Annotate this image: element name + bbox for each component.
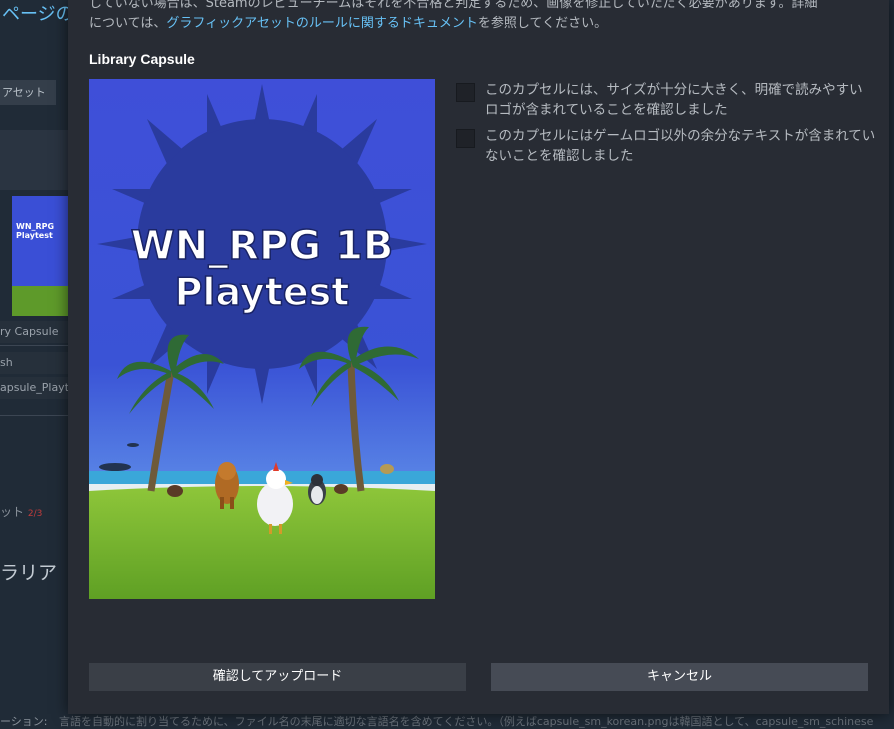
background-label: sh (0, 352, 68, 374)
background-label: ry Capsule (0, 321, 68, 343)
rules-notice-line2: については、グラフィックアセットのルールに関するドキュメントを参照してください。 (89, 14, 879, 34)
confirm-no-extra-text-label: このカプセルにはゲームロゴ以外の余分なテキストが含まれていないことを確認しました (485, 128, 876, 164)
rules-notice: していない場合は、Steamのレビューチームはそれを不合格と判定するため、画像を… (89, 0, 879, 34)
background-tab: アセット (0, 80, 56, 105)
confirm-logo-size-checkbox[interactable] (456, 83, 475, 102)
confirm-logo-size-row: このカプセルには、サイズが十分に大きく、明確で読みやすいロゴが含まれていることを… (456, 80, 876, 120)
confirm-upload-button[interactable]: 確認してアップロード (89, 663, 466, 691)
background-status: ット 2/3 (0, 503, 42, 520)
confirm-logo-size-label: このカプセルには、サイズが十分に大きく、明確で読みやすいロゴが含まれていることを… (485, 82, 863, 118)
background-thumb-text: WN_RPG Playtest (16, 222, 55, 240)
background-status-count: 2/3 (27, 509, 43, 519)
section-title: Library Capsule (89, 51, 195, 67)
background-bottom-label: ーション: (0, 715, 48, 728)
background-label: apsule_Playte (0, 377, 76, 399)
upload-confirm-dialog: していない場合は、Steamのレビューチームはそれを不合格と判定するため、画像を… (68, 0, 889, 714)
background-capsule-thumbnail: WN_RPG Playtest (12, 196, 68, 316)
rules-notice-prefix: については、 (89, 16, 167, 31)
capsule-title-line1: WN_RPG 1B (131, 223, 394, 269)
confirm-no-extra-text-checkbox[interactable] (456, 129, 475, 148)
rules-notice-suffix: を参照してください。 (477, 16, 608, 31)
background-thumb-grass (12, 286, 68, 316)
background-page-title: ページの (2, 4, 74, 25)
graphic-asset-rules-link[interactable]: グラフィックアセットのルールに関するドキュメント (166, 16, 477, 31)
cancel-button[interactable]: キャンセル (491, 663, 868, 691)
background-panel (0, 130, 68, 190)
library-capsule-preview: WN_RPG 1B Playtest (89, 79, 435, 599)
background-bottom-row: ーション: 言語を自動的に割り当てるために、ファイル名の末尾に適切な言語名を含め… (0, 713, 873, 729)
background-divider (0, 415, 68, 416)
background-divider (0, 345, 68, 346)
background-bottom-text: 言語を自動的に割り当てるために、ファイル名の末尾に適切な言語名を含めてください。… (59, 715, 874, 728)
confirm-no-extra-text-row: このカプセルにはゲームロゴ以外の余分なテキストが含まれていないことを確認しました (456, 126, 876, 166)
background-section-heading: ラリア (0, 562, 58, 584)
background-status-label: ット (0, 505, 25, 519)
capsule-title-line2: Playtest (175, 270, 350, 314)
rules-notice-line1: していない場合は、Steamのレビューチームはそれを不合格と判定するため、画像を… (89, 0, 818, 11)
